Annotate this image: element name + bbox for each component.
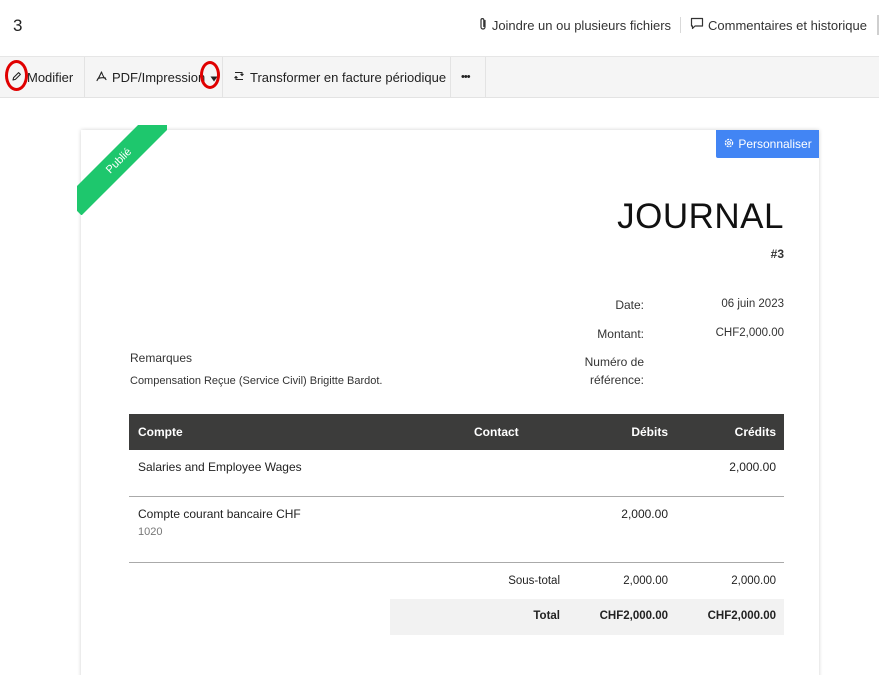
recurring-icon: [233, 70, 245, 85]
row-debit: 2,000.00: [621, 507, 668, 521]
document-number: 3: [13, 16, 23, 35]
pdf-print-button[interactable]: PDF/Impression: [96, 57, 218, 97]
table-row: Compte courant bancaire CHF 1020 2,000.0…: [129, 507, 784, 557]
pencil-icon: [11, 70, 22, 85]
table-row: Salaries and Employee Wages 2,000.00: [129, 460, 784, 496]
meta-label-reference-number: Numéro de référence:: [584, 355, 644, 387]
total-credit: CHF2,000.00: [707, 610, 776, 622]
journal-document: Publié Personnaliser JOURNAL #3 Date: 06…: [77, 125, 819, 675]
meta-label-amount: Montant:: [597, 327, 644, 341]
separator: [450, 57, 451, 97]
meta-value-date: 06 juin 2023: [721, 298, 784, 310]
row-credit: 2,000.00: [729, 460, 776, 474]
attach-files-label: Joindre un ou plusieurs fichiers: [491, 17, 672, 33]
meta-value-amount: CHF2,000.00: [715, 327, 784, 339]
subtotal-debit: 2,000.00: [623, 575, 668, 587]
status-ribbon-label: Publié: [77, 125, 167, 215]
comments-history-link[interactable]: Commentaires et historique: [681, 17, 876, 33]
row-account: Compte courant bancaire CHF: [138, 507, 301, 521]
total-label: Total: [533, 610, 560, 622]
top-bar: 3 Joindre un ou plusieurs fichiers Comme…: [0, 0, 879, 56]
row-account-code: 1020: [138, 526, 163, 538]
customize-button[interactable]: Personnaliser: [716, 130, 819, 158]
total-debit: CHF2,000.00: [599, 610, 668, 622]
convert-recurring-label: Transformer en facture périodique: [250, 69, 447, 85]
separator: [84, 57, 85, 97]
remarks-text: Compensation Reçue (Service Civil) Brigi…: [130, 375, 383, 387]
total-row: Total CHF2,000.00 CHF2,000.00: [129, 610, 784, 630]
comments-history-label: Commentaires et historique: [708, 17, 867, 33]
gear-icon: [723, 137, 735, 152]
caret-down-icon[interactable]: [210, 70, 218, 85]
customize-label: Personnaliser: [738, 137, 812, 151]
attach-files-link[interactable]: Joindre un ou plusieurs fichiers: [469, 17, 680, 34]
status-ribbon: Publié: [77, 125, 167, 215]
convert-recurring-button[interactable]: Transformer en facture périodique: [233, 57, 446, 97]
edit-label: Modifier: [27, 69, 74, 85]
row-divider: [129, 562, 784, 563]
subtotal-row: Sous-total 2,000.00 2,000.00: [129, 575, 784, 595]
header-contact: Contact: [474, 425, 519, 439]
document-reference: #3: [770, 247, 784, 261]
edit-button[interactable]: Modifier: [11, 57, 73, 97]
pdf-icon: [96, 70, 107, 85]
journal-table-header: Compte Contact Débits Crédits: [129, 414, 784, 450]
row-account: Salaries and Employee Wages: [138, 460, 302, 474]
pdf-print-label: PDF/Impression: [112, 69, 206, 85]
row-divider: [129, 496, 784, 497]
separator: [485, 57, 486, 97]
header-debits: Débits: [631, 425, 668, 439]
document-title: JOURNAL: [617, 197, 784, 236]
header-account: Compte: [138, 425, 183, 439]
action-toolbar: Modifier PDF/Impression Transformer en f…: [0, 56, 879, 98]
remarks-title: Remarques: [130, 351, 193, 365]
separator: [222, 57, 223, 97]
meta-label-date: Date:: [615, 298, 644, 312]
header-credits: Crédits: [734, 425, 776, 439]
top-actions: Joindre un ou plusieurs fichiers Comment…: [469, 0, 879, 50]
comment-icon: [690, 17, 704, 33]
subtotal-credit: 2,000.00: [731, 575, 776, 587]
more-options-button[interactable]: •••: [461, 57, 471, 97]
paperclip-icon: [478, 17, 488, 34]
subtotal-label: Sous-total: [508, 575, 560, 587]
